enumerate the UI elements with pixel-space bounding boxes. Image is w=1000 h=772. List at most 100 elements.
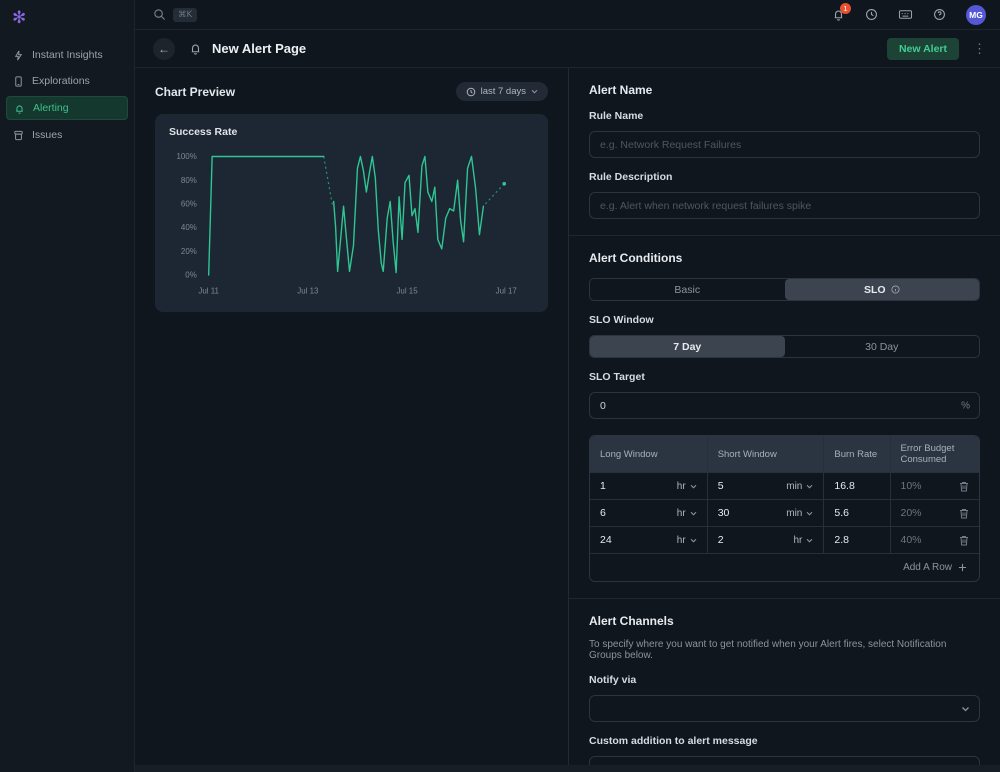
alert-channels-description: To specify where you want to get notifie… [589,639,980,661]
burn-rate-value[interactable]: 16.8 [834,480,854,492]
success-rate-chart: 0%20%40%60%80%100% Jul 11Jul 13Jul 15Jul… [169,144,534,302]
back-button[interactable]: ← [153,38,175,60]
new-alert-button[interactable]: New Alert [887,38,959,60]
short-window-value[interactable]: 2 [718,534,724,546]
kebab-menu-icon[interactable]: ⋮ [973,41,986,57]
condition-type-toggle: Basic SLO [589,278,980,301]
short-window-value[interactable]: 30 [718,507,730,519]
long-window-unit-dropdown[interactable]: hr [677,481,697,492]
sidebar-item-label: Instant Insights [32,49,103,61]
window-7-day[interactable]: 7 Day [590,336,785,357]
sidebar-item-label: Explorations [32,75,90,87]
app-window: ✻ Instant Insights Explorations Alerting… [0,0,1000,772]
svg-text:Jul 13: Jul 13 [297,287,319,296]
avatar[interactable]: MG [966,5,986,25]
help-circle-icon [933,8,946,21]
long-window-value[interactable]: 1 [600,480,606,492]
time-range-dropdown[interactable]: last 7 days [456,82,548,101]
short-window-unit-dropdown[interactable]: hr [793,535,813,546]
chevron-down-icon [806,484,813,489]
long-window-value[interactable]: 6 [600,507,606,519]
chart-lines [209,156,506,275]
sidebar-item-issues[interactable]: Issues [6,124,128,146]
short-window-value[interactable]: 5 [718,480,724,492]
slo-window-toggle: 7 Day 30 Day [589,335,980,358]
slo-target-input[interactable] [589,392,980,419]
trash-icon [959,481,969,492]
trash-icon [959,535,969,546]
table-row: 1 hr 5 min 16.8 10% [590,472,979,499]
topbar-actions: 1 MG [832,5,986,25]
chevron-down-icon [806,511,813,516]
col-short-window: Short Window [707,436,824,472]
short-window-unit-dropdown[interactable]: min [786,508,813,519]
window-30-day[interactable]: 30 Day [785,336,980,357]
alert-conditions-section: Alert Conditions Basic SLO SLO Window 7 … [569,236,1000,599]
search-shortcut-badge: ⌘K [173,8,197,22]
notify-via-select[interactable] [589,695,980,722]
chevron-down-icon [690,538,697,543]
shortcuts-button[interactable] [898,8,913,21]
help-button[interactable] [933,8,946,21]
chart-preview-title: Chart Preview [155,85,235,99]
long-window-value[interactable]: 24 [600,534,612,546]
table-header-row: Long Window Short Window Burn Rate Error… [590,436,979,472]
burn-rate-value[interactable]: 2.8 [834,534,849,546]
chart-panel: Chart Preview last 7 days Success Rate 0… [135,68,568,772]
svg-text:60%: 60% [181,199,197,208]
tab-basic[interactable]: Basic [590,279,785,300]
svg-text:20%: 20% [181,247,197,256]
global-search[interactable]: ⌘K [153,8,197,22]
short-window-unit-dropdown[interactable]: min [786,481,813,492]
chevron-down-icon [690,484,697,489]
sidebar-item-explorations[interactable]: Explorations [6,70,128,92]
notification-count-badge: 1 [840,3,851,14]
brand-logo-icon[interactable]: ✻ [0,0,134,42]
bell-icon [14,103,25,114]
sidebar-item-alerting[interactable]: Alerting [6,96,128,120]
clock-icon [865,8,878,21]
burn-rate-value[interactable]: 5.6 [834,507,849,519]
svg-text:Jul 11: Jul 11 [198,287,219,296]
long-window-unit-dropdown[interactable]: hr [677,535,697,546]
chevron-down-icon [531,89,538,94]
archive-box-icon [13,130,24,141]
sidebar: ✻ Instant Insights Explorations Alerting… [0,0,135,772]
chevron-down-icon [961,706,970,712]
chevron-down-icon [806,538,813,543]
main-area: ⌘K 1 MG ← [135,0,1000,772]
delete-row-button[interactable] [959,508,969,519]
history-button[interactable] [865,8,878,21]
tab-slo[interactable]: SLO [785,279,980,300]
delete-row-button[interactable] [959,481,969,492]
alert-name-section: Alert Name Rule Name Rule Description [569,68,1000,236]
add-row-button[interactable]: Add A Row [590,553,979,581]
delete-row-button[interactable] [959,535,969,546]
alert-name-heading: Alert Name [589,83,980,97]
content: Chart Preview last 7 days Success Rate 0… [135,68,1000,772]
notifications-button[interactable]: 1 [832,8,845,21]
trash-icon [959,508,969,519]
alert-channels-heading: Alert Channels [589,614,980,628]
svg-text:0%: 0% [185,270,196,279]
lightning-icon [13,50,24,61]
sidebar-item-label: Issues [32,129,62,141]
long-window-unit-dropdown[interactable]: hr [677,508,697,519]
info-icon [891,285,900,294]
rule-name-input[interactable] [589,131,980,158]
table-row: 24 hr 2 hr 2.8 40% [590,526,979,553]
chart-x-ticks: Jul 11 Jul 13 Jul 15 Jul 17 [198,287,517,296]
slo-table-body: 1 hr 5 min 16.8 10% 6 hr [590,472,979,553]
device-icon [13,76,24,87]
slo-target-label: SLO Target [589,371,980,383]
sidebar-item-instant-insights[interactable]: Instant Insights [6,44,128,66]
svg-text:Jul 17: Jul 17 [496,287,518,296]
keyboard-icon [898,8,913,21]
rule-description-input[interactable] [589,192,980,219]
svg-text:Jul 15: Jul 15 [396,287,418,296]
notify-via-label: Notify via [589,674,980,686]
col-error-budget: Error Budget Consumed [890,436,979,472]
table-row: 6 hr 30 min 5.6 20% [590,499,979,526]
bottom-scroll-strip[interactable] [135,765,1000,772]
custom-message-label: Custom addition to alert message [589,735,980,747]
